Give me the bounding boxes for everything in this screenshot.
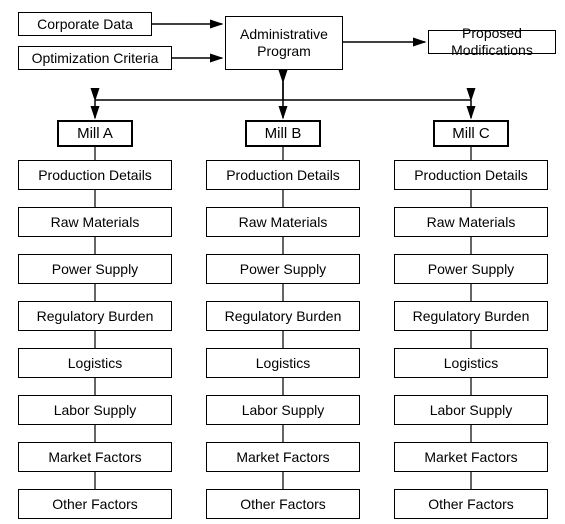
box-mill-c: Mill C <box>433 120 509 147</box>
label: Labor Supply <box>54 402 137 419</box>
label: Regulatory Burden <box>413 308 530 325</box>
box-proposed-modifications: Proposed Modifications <box>428 30 556 54</box>
label: Proposed Modifications <box>433 25 551 59</box>
box-a-raw-materials: Raw Materials <box>18 207 172 237</box>
box-c-labor-supply: Labor Supply <box>394 395 548 425</box>
diagram-canvas: Corporate Data Optimization Criteria Adm… <box>0 0 565 524</box>
box-c-raw-materials: Raw Materials <box>394 207 548 237</box>
box-a-production-details: Production Details <box>18 160 172 190</box>
label: Market Factors <box>48 449 141 466</box>
box-b-logistics: Logistics <box>206 348 360 378</box>
label: Labor Supply <box>242 402 325 419</box>
box-c-regulatory-burden: Regulatory Burden <box>394 301 548 331</box>
label: Labor Supply <box>430 402 513 419</box>
box-mill-b: Mill B <box>245 120 321 147</box>
label: Production Details <box>226 167 340 184</box>
label: Raw Materials <box>51 214 140 231</box>
label: Administrative Program <box>230 26 338 60</box>
label: Raw Materials <box>239 214 328 231</box>
label: Logistics <box>444 355 498 372</box>
label: Power Supply <box>52 261 138 278</box>
label: Other Factors <box>428 496 514 513</box>
label: Mill C <box>452 125 490 143</box>
box-c-other-factors: Other Factors <box>394 489 548 519</box>
label: Power Supply <box>240 261 326 278</box>
box-c-market-factors: Market Factors <box>394 442 548 472</box>
box-b-other-factors: Other Factors <box>206 489 360 519</box>
box-b-market-factors: Market Factors <box>206 442 360 472</box>
label: Logistics <box>68 355 122 372</box>
label: Power Supply <box>428 261 514 278</box>
label: Other Factors <box>52 496 138 513</box>
label: Production Details <box>414 167 528 184</box>
label: Raw Materials <box>427 214 516 231</box>
box-optimization-criteria: Optimization Criteria <box>18 46 172 70</box>
label: Regulatory Burden <box>225 308 342 325</box>
label: Market Factors <box>236 449 329 466</box>
label: Logistics <box>256 355 310 372</box>
box-b-regulatory-burden: Regulatory Burden <box>206 301 360 331</box>
label: Regulatory Burden <box>37 308 154 325</box>
box-a-other-factors: Other Factors <box>18 489 172 519</box>
box-c-power-supply: Power Supply <box>394 254 548 284</box>
box-a-logistics: Logistics <box>18 348 172 378</box>
label: Production Details <box>38 167 152 184</box>
label: Optimization Criteria <box>32 50 159 67</box>
box-b-raw-materials: Raw Materials <box>206 207 360 237</box>
box-admin-program: Administrative Program <box>225 16 343 70</box>
label: Market Factors <box>424 449 517 466</box>
box-b-power-supply: Power Supply <box>206 254 360 284</box>
box-a-market-factors: Market Factors <box>18 442 172 472</box>
label: Corporate Data <box>37 16 133 33</box>
box-a-power-supply: Power Supply <box>18 254 172 284</box>
label: Mill B <box>265 125 302 143</box>
box-corporate-data: Corporate Data <box>18 12 152 36</box>
box-a-labor-supply: Labor Supply <box>18 395 172 425</box>
box-b-labor-supply: Labor Supply <box>206 395 360 425</box>
box-mill-a: Mill A <box>57 120 133 147</box>
box-a-regulatory-burden: Regulatory Burden <box>18 301 172 331</box>
box-c-logistics: Logistics <box>394 348 548 378</box>
box-b-production-details: Production Details <box>206 160 360 190</box>
box-c-production-details: Production Details <box>394 160 548 190</box>
label: Mill A <box>77 125 113 143</box>
label: Other Factors <box>240 496 326 513</box>
